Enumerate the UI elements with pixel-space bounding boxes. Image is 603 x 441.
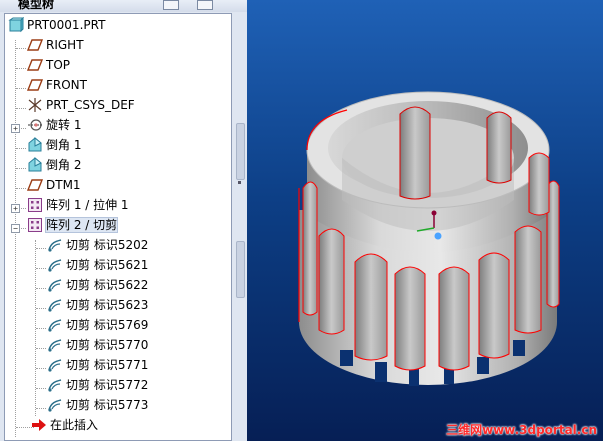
tree-item-front-plane[interactable]: FRONT [26,76,87,95]
model-tree-header: 模型树 [0,0,248,12]
tree-item-chamfer-2[interactable]: 倒角 2 [27,156,81,175]
datum-plane-icon [26,37,44,53]
part-model-render [298,91,560,386]
tree-item-revolve[interactable]: 旋转 1 [27,116,81,135]
tree-item-cut-5621[interactable]: 切剪 标识5621 [47,256,148,275]
panel-splitter[interactable] [233,13,246,441]
cut-icon [47,257,63,273]
tree-item-pattern-2[interactable]: 阵列 2 / 切剪 [27,216,119,235]
tree-item-cut-5622[interactable]: 切剪 标识5622 [47,276,148,295]
datum-plane-icon [26,77,44,93]
model-tree-title: 模型树 [18,0,55,11]
revolve-icon [27,117,43,133]
tree-item-right-plane[interactable]: RIGHT [26,36,84,55]
cut-icon [47,357,63,373]
site-watermark: 三维网www.3dportal.cn [446,423,597,437]
tree-item-cut-5770[interactable]: 切剪 标识5770 [47,336,148,355]
cut-icon [47,297,63,313]
tree-item-cut-5202[interactable]: 切剪 标识5202 [47,236,148,255]
expand-pattern1-toggle[interactable]: + [11,204,20,213]
tree-item-csys[interactable]: PRT_CSYS_DEF [27,96,135,115]
tree-settings-icon[interactable] [163,0,179,10]
chamfer-icon [27,156,43,173]
tree-item-cut-5623[interactable]: 切剪 标识5623 [47,296,148,315]
tree-item-pattern-1[interactable]: 阵列 1 / 拉伸 1 [27,196,129,215]
insert-here-arrow-icon [31,417,47,433]
tree-item-insert-here[interactable]: 在此插入 [31,416,98,435]
model-tree-panel: 模型树 + + − PRT0001.PRT RIGHT TOP FRONT PR… [0,0,248,441]
tree-item-cut-5773[interactable]: 切剪 标识5773 [47,396,148,415]
cut-icon [47,337,63,353]
cut-icon [47,277,63,293]
expand-revolve-toggle[interactable]: + [11,124,20,133]
cut-icon [47,317,63,333]
coordinate-system-icon [27,97,43,113]
tree-filter-icon[interactable] [197,0,213,10]
tree-connector [15,40,16,437]
tree-item-cut-5771[interactable]: 切剪 标识5771 [47,356,148,375]
graphics-viewport[interactable]: 三维网www.3dportal.cn [247,0,603,441]
datum-plane-icon [26,177,44,193]
splitter-grip[interactable] [236,241,245,298]
tree-item-cut-5769[interactable]: 切剪 标识5769 [47,316,148,335]
collapse-pattern2-toggle[interactable]: − [11,224,20,233]
pattern-icon [27,197,43,213]
pattern-icon [27,217,43,233]
chamfer-icon [27,136,43,153]
cut-icon [47,237,63,253]
splitter-dot [238,181,241,184]
tree-item-top-plane[interactable]: TOP [26,56,70,75]
tree-item-cut-5772[interactable]: 切剪 标识5772 [47,376,148,395]
cut-icon [47,377,63,393]
cut-icon [47,397,63,413]
tree-item-dtm1[interactable]: DTM1 [26,176,81,195]
tree-item-part-root[interactable]: PRT0001.PRT [8,16,105,35]
model-tree: + + − PRT0001.PRT RIGHT TOP FRONT PRT_CS… [4,13,232,441]
splitter-grip[interactable] [236,123,245,180]
datum-plane-icon [26,57,44,73]
tree-item-chamfer-1[interactable]: 倒角 1 [27,136,81,155]
part-icon [8,16,25,33]
